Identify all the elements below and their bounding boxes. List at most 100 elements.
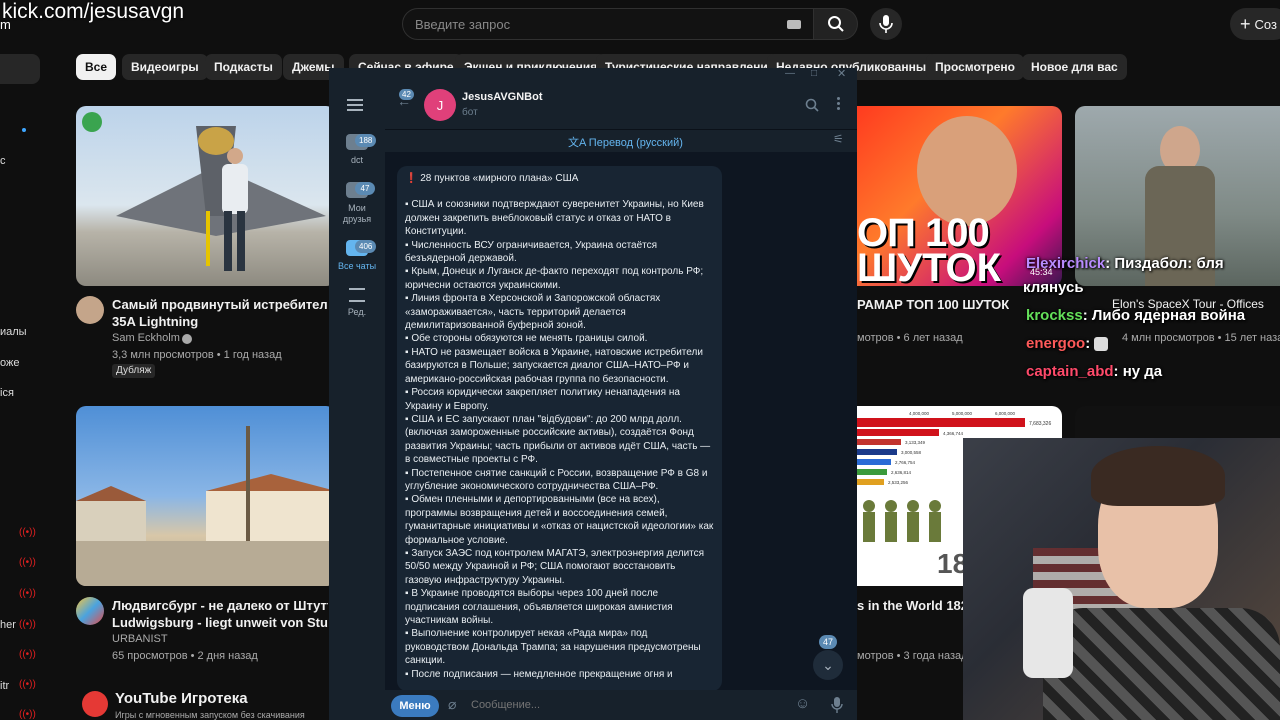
chat-status: бот	[462, 107, 478, 118]
chip-watched[interactable]: Просмотрено	[926, 54, 1025, 80]
maximize-icon[interactable]: □	[811, 68, 817, 79]
telegram-window[interactable]: — □ ✕ 188 dct 47 Мои друзья 406 Все чаты…	[329, 68, 857, 720]
video-title[interactable]: Людвигсбург - не далеко от Штуттгар	[112, 597, 328, 614]
video-meta: мотров • 6 лет назад	[857, 332, 963, 344]
keyboard-icon[interactable]	[787, 19, 801, 29]
message-paragraph: ▪ В Украине проводятся выборы через 100 …	[405, 588, 673, 626]
close-icon[interactable]: ✕	[837, 67, 846, 80]
thumb-text: ШУТОК	[857, 246, 1002, 286]
chat-message: energoo:	[1026, 335, 1109, 352]
axis-tick: 5,000,000	[952, 411, 973, 416]
sidebar-item-3[interactable]: оже	[0, 357, 19, 369]
mic-icon	[879, 15, 893, 33]
sidebar-item-5[interactable]: her	[0, 619, 16, 631]
folder-friends[interactable]: 47 Мои друзья	[329, 182, 385, 225]
live-icon: ((•))	[19, 709, 36, 720]
chevron-down-icon: ⌄	[822, 656, 834, 673]
unread-badge: 188	[355, 134, 377, 147]
video-title[interactable]: РАМАР ТОП 100 ШУТОК	[857, 296, 1009, 313]
stream-url-overlay: kick.com/jesusavgn	[2, 0, 185, 23]
scroll-down-button[interactable]: ⌄	[813, 650, 843, 680]
back-unread-badge: 42	[399, 89, 414, 100]
chat-message: krockss: Либо ядерная война	[1026, 307, 1245, 324]
search-icon[interactable]	[805, 98, 819, 112]
mic-icon[interactable]	[831, 697, 843, 713]
playables-title[interactable]: YouTube Игротека	[115, 690, 248, 707]
more-options-icon[interactable]	[837, 97, 840, 110]
bar-label: 2,533,256	[888, 480, 909, 485]
search-input[interactable]: Введите запрос	[402, 8, 814, 40]
bot-menu-button[interactable]: Меню	[391, 695, 439, 717]
folder-label: Ред.	[347, 307, 367, 317]
sidebar-item-4[interactable]: іся	[0, 387, 14, 399]
stream-overlay-fragment: m	[0, 17, 11, 32]
face-shape	[917, 116, 1017, 226]
chip-videogames[interactable]: Видеоигры	[122, 54, 208, 80]
search-button[interactable]	[814, 8, 858, 40]
chat-text: клянусь	[1023, 279, 1084, 296]
video-title[interactable]: Ludwigsburg - liegt unweit von Stuttgart	[112, 614, 328, 631]
chat-user: energoo	[1026, 335, 1086, 352]
channel-name[interactable]: URBANIST	[112, 633, 168, 645]
menu-label: Меню	[399, 700, 431, 712]
video-thumbnail-ludwigsburg[interactable]	[76, 406, 336, 586]
message-paragraph: ▪ Обе стороны обязуются не менять границ…	[405, 333, 648, 345]
webcam-feed	[963, 438, 1280, 720]
minimize-icon[interactable]: —	[785, 68, 795, 79]
shield-icon	[82, 112, 102, 132]
video-title[interactable]: Самый продвинутый истребитель в м	[112, 296, 328, 313]
chat-message: Elexirchick: Пиздабол: бля	[1026, 255, 1224, 272]
folder-dct[interactable]: 188 dct	[329, 134, 385, 165]
hamburger-menu-icon[interactable]	[347, 99, 363, 111]
chip-new[interactable]: Новое для вас	[1022, 54, 1127, 80]
message-input[interactable]	[469, 696, 769, 714]
message-paragraph: ▪ США и ЕС запускают план "відбудови": д…	[405, 413, 711, 466]
video-meta: 3,3 млн просмотров • 1 год назад	[112, 349, 282, 361]
channel-avatar[interactable]	[76, 296, 104, 324]
chip-all[interactable]: Все	[76, 54, 117, 80]
video-thumbnail-jet[interactable]	[76, 106, 336, 286]
sliders-icon	[349, 288, 365, 302]
emoji-icon[interactable]: ☺	[795, 695, 810, 712]
translate-bar[interactable]: 文A Перевод (русский) ⚟	[385, 130, 857, 152]
message-paragraph: ▪ После подписания — немедленное прекращ…	[405, 668, 673, 680]
bar-label: 7,683,326	[1029, 421, 1051, 427]
chip-podcasts[interactable]: Подкасты	[205, 54, 282, 80]
attach-icon[interactable]: ⌀	[448, 696, 456, 713]
translate-button[interactable]: 文A Перевод (русский)	[568, 134, 683, 150]
bar-label: 2,636,814	[891, 470, 912, 475]
dub-badge-label: Дубляж	[116, 365, 152, 376]
emote-icon	[1094, 337, 1109, 352]
message-paragraph: ▪ США и союзники подтверждают суверените…	[405, 199, 704, 238]
chat-message: captain_abd: ну да	[1026, 363, 1162, 380]
window-titlebar[interactable]: — □ ✕	[329, 68, 857, 82]
folder-edit[interactable]: Ред.	[329, 288, 385, 317]
message-heading: ❗ 28 пунктов «мирного плана» США	[405, 172, 714, 185]
town-illustration	[76, 426, 336, 586]
message-paragraph: ▪ Выполнение контролирует некая «Рада ми…	[405, 628, 701, 667]
voice-search-button[interactable]	[870, 8, 902, 40]
message-paragraph: ▪ Запуск ЗАЭС под контролем МАГАТЭ, элек…	[405, 547, 705, 586]
sidebar-item-6[interactable]: itr	[0, 680, 9, 692]
bar-label: 3,000,558	[901, 450, 922, 455]
sidebar-item-2[interactable]: иалы	[0, 326, 27, 338]
create-button[interactable]: + Соз	[1230, 8, 1280, 40]
chat-avatar[interactable]: J	[424, 89, 456, 121]
translate-settings-icon[interactable]: ⚟	[833, 132, 844, 146]
folder-all-chats[interactable]: 406 Все чаты	[329, 240, 385, 271]
sidebar-item-1[interactable]: с	[0, 155, 6, 167]
video-title[interactable]: 35A Lightning	[112, 313, 328, 330]
message-paragraph: ▪ Обмен пленными и депортированными (все…	[405, 494, 714, 546]
message-paragraph: ▪ НАТО не размещает войска в Украине, на…	[405, 346, 703, 385]
sidebar-home-item[interactable]	[0, 54, 40, 84]
message-bubble[interactable]: ❗ 28 пунктов «мирного плана» США ▪ США и…	[397, 166, 722, 691]
folder-label: Все чаты	[337, 261, 377, 271]
video-title[interactable]: s in the World 1820-	[857, 597, 980, 614]
translate-label: Перевод (русский)	[588, 137, 683, 149]
chat-name[interactable]: JesusAVGNBot	[462, 91, 542, 103]
axis-tick: 6,000,000	[995, 411, 1016, 416]
channel-avatar[interactable]	[76, 597, 104, 625]
jet-illustration	[116, 126, 326, 271]
channel-name[interactable]: Sam Eckholm	[112, 332, 180, 344]
search-icon	[827, 16, 844, 32]
